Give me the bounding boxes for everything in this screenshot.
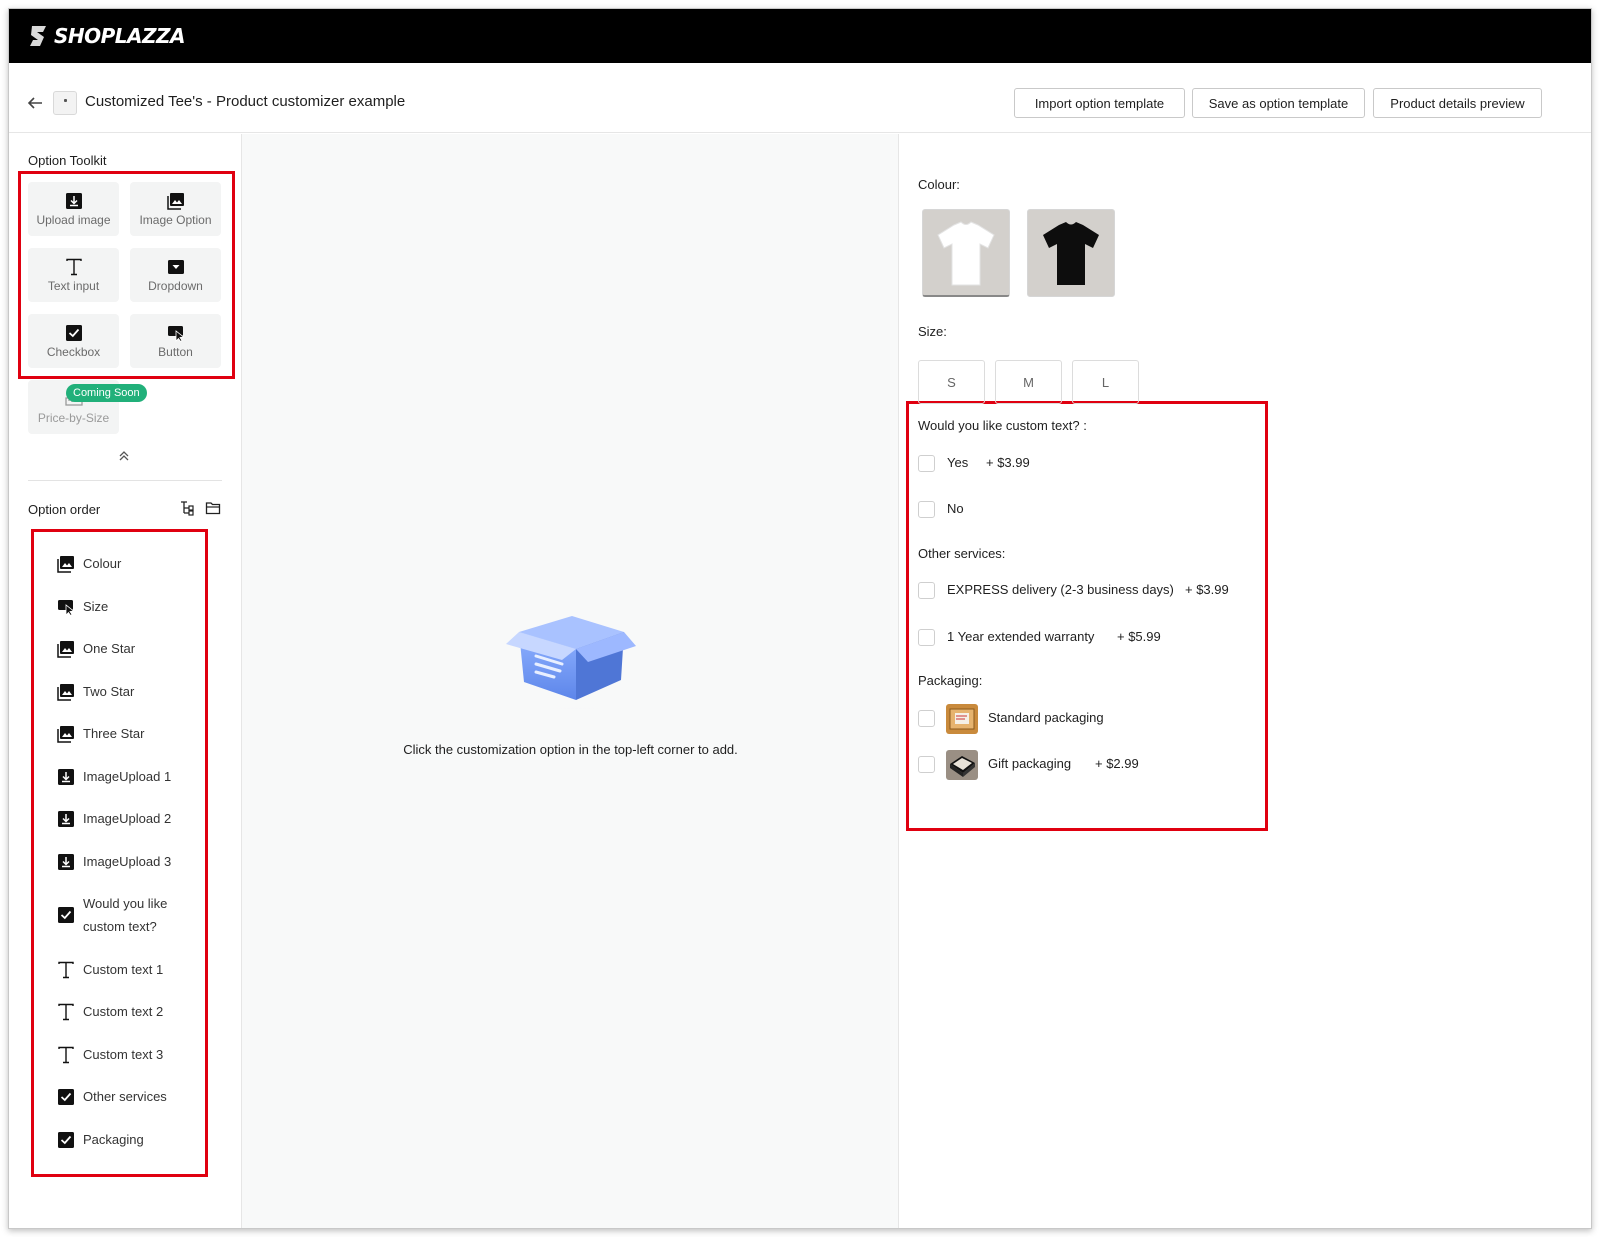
- import-option-template-button[interactable]: Import option template: [1014, 88, 1185, 118]
- shoplazza-logo-icon: [30, 26, 46, 46]
- custom-text-yes-label: Yes: [947, 455, 969, 470]
- tree-structure-icon[interactable]: [179, 500, 195, 516]
- extended-warranty-checkbox[interactable]: [918, 629, 935, 646]
- brand-logo[interactable]: SHOPLAZZA: [28, 23, 186, 49]
- custom-text-no-checkbox[interactable]: [918, 501, 935, 518]
- folder-icon[interactable]: [205, 500, 221, 516]
- express-delivery-price: + $3.99: [1185, 582, 1229, 597]
- app-window: SHOPLAZZA Customized Tee's - Product cus…: [8, 8, 1592, 1229]
- gift-packaging-label: Gift packaging: [988, 756, 1072, 771]
- collapse-icon[interactable]: [117, 449, 131, 463]
- page-title: Customized Tee's - Product customizer ex…: [85, 93, 406, 110]
- gift-packaging-price: + $2.99: [1095, 756, 1139, 771]
- empty-box-illustration: [464, 616, 688, 709]
- top-bar: SHOPLAZZA: [9, 9, 1591, 63]
- white-tshirt-icon: [937, 220, 995, 285]
- colour-swatch-white[interactable]: [922, 209, 1010, 297]
- other-services-label: Other services:: [918, 546, 1006, 561]
- option-toolkit-title: Option Toolkit: [28, 153, 107, 168]
- custom-text-question: Would you like custom text? :: [918, 418, 1087, 433]
- toolkit-highlight: [18, 171, 235, 379]
- express-delivery-label: EXPRESS delivery (2-3 business days): [947, 582, 1174, 597]
- colour-label: Colour:: [918, 177, 960, 192]
- option-order-highlight: [31, 529, 208, 1177]
- size-option-s[interactable]: S: [918, 360, 985, 404]
- size-option-l[interactable]: L: [1072, 360, 1139, 404]
- save-option-template-button[interactable]: Save as option template: [1192, 88, 1365, 118]
- divider: [28, 480, 222, 481]
- back-arrow-icon[interactable]: [26, 94, 44, 112]
- size-label: Size:: [918, 324, 947, 339]
- custom-text-no-label: No: [947, 501, 964, 516]
- gift-packaging-image: [946, 750, 978, 780]
- custom-text-yes-checkbox[interactable]: [918, 455, 935, 472]
- express-delivery-checkbox[interactable]: [918, 582, 935, 599]
- gift-packaging-checkbox[interactable]: [918, 756, 935, 773]
- size-option-m[interactable]: M: [995, 360, 1062, 404]
- custom-text-yes-price: + $3.99: [986, 455, 1030, 470]
- coming-soon-badge: Coming Soon: [66, 384, 147, 402]
- standard-packaging-label: Standard packaging: [988, 710, 1104, 725]
- extended-warranty-label: 1 Year extended warranty: [947, 629, 1095, 644]
- standard-packaging-image: [946, 704, 978, 734]
- empty-state-message: Click the customization option in the to…: [403, 742, 738, 757]
- packaging-label: Packaging:: [918, 673, 983, 688]
- product-details-preview-button[interactable]: Product details preview: [1373, 88, 1542, 118]
- colour-swatch-black[interactable]: [1027, 209, 1115, 297]
- extended-warranty-price: + $5.99: [1117, 629, 1161, 644]
- product-thumbnail: [53, 91, 77, 115]
- black-tshirt-icon: [1043, 222, 1099, 285]
- option-order-title: Option order: [28, 502, 101, 517]
- tool-label: Price-by-Size: [37, 410, 110, 425]
- standard-packaging-checkbox[interactable]: [918, 710, 935, 727]
- brand-name: SHOPLAZZA: [54, 24, 186, 48]
